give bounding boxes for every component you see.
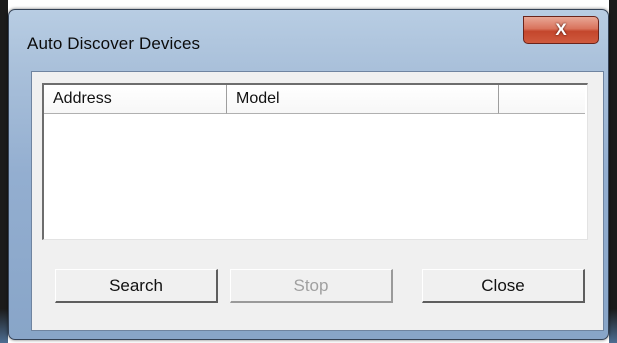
dialog-client-area: Address Model Search Stop Close [31, 71, 604, 331]
auto-discover-dialog: Auto Discover Devices X Address Model Se… [8, 9, 609, 340]
search-button[interactable]: Search [55, 269, 218, 303]
dialog-title: Auto Discover Devices [27, 34, 201, 53]
close-icon: X [555, 20, 567, 39]
desktop-backdrop-left [0, 0, 8, 343]
dialog-button-row: Search Stop Close [32, 72, 603, 330]
stop-button[interactable]: Stop [230, 269, 393, 303]
desktop-backdrop-right [609, 0, 617, 343]
close-window-button[interactable]: X [523, 16, 599, 44]
close-button[interactable]: Close [422, 269, 585, 303]
